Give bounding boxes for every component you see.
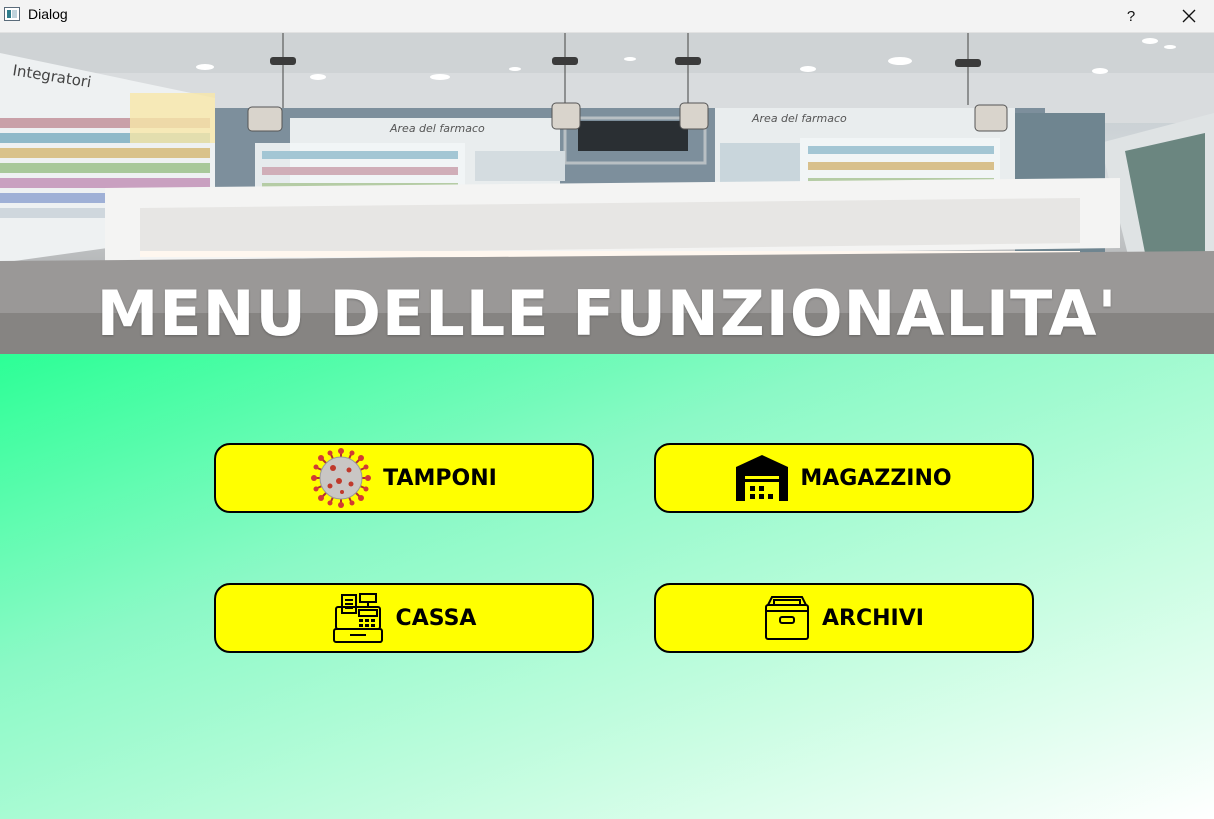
menu-area: TAMPONI MAGAZZINO CASSA ARCHIVI: [0, 354, 1214, 819]
help-button[interactable]: ?: [1116, 0, 1146, 32]
tamponi-label: TAMPONI: [383, 465, 497, 491]
cash-register-icon: [332, 592, 384, 644]
title-bar: Dialog ?: [0, 0, 1214, 33]
banner-sign-right: Area del farmaco: [751, 112, 847, 125]
virus-icon: [311, 448, 372, 508]
cassa-button[interactable]: CASSA: [214, 583, 594, 653]
warehouse-icon: [736, 455, 789, 501]
window-title: Dialog: [28, 6, 68, 22]
header-banner: Area del farmaco Area del farmaco Integr…: [0, 33, 1214, 354]
app-icon: [4, 7, 20, 21]
page-title: MENU DELLE FUNZIONALITA': [96, 277, 1118, 350]
banner-sign-left: Area del farmaco: [389, 122, 485, 135]
magazzino-label: MAGAZZINO: [800, 465, 952, 491]
magazzino-button[interactable]: MAGAZZINO: [654, 443, 1034, 513]
close-button[interactable]: [1166, 0, 1212, 32]
archivi-button[interactable]: ARCHIVI: [654, 583, 1034, 653]
archive-box-icon: [764, 595, 810, 641]
tamponi-button[interactable]: TAMPONI: [214, 443, 594, 513]
archivi-label: ARCHIVI: [822, 605, 924, 631]
cassa-label: CASSA: [395, 605, 477, 631]
close-icon: [1182, 9, 1196, 23]
